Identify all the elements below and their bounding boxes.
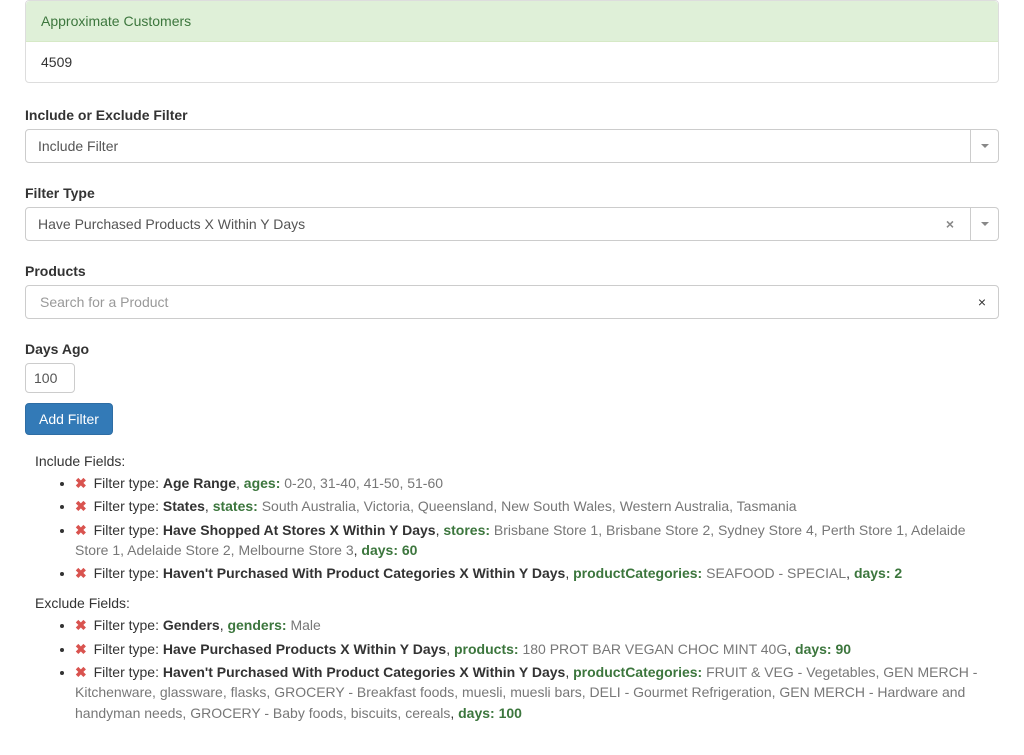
include-exclude-group: Include or Exclude Filter Include Filter xyxy=(25,107,999,163)
products-search-wrap[interactable]: × xyxy=(25,285,999,319)
filter-item: ✖ Filter type: Have Shopped At Stores X … xyxy=(75,520,999,561)
remove-filter-icon[interactable]: ✖ xyxy=(75,617,87,633)
remove-filter-icon[interactable]: ✖ xyxy=(75,664,87,680)
filter-key: productCategories: xyxy=(573,565,702,581)
products-search-input[interactable] xyxy=(38,293,978,311)
filter-type-prefix: Filter type: xyxy=(94,664,163,680)
filter-type-dropdown-toggle[interactable] xyxy=(971,207,999,241)
filter-item: ✖ Filter type: Haven't Purchased With Pr… xyxy=(75,662,999,723)
filter-key: ages: xyxy=(244,475,281,491)
filter-type-label: Filter Type xyxy=(25,185,999,201)
filter-type-prefix: Filter type: xyxy=(94,617,163,633)
add-filter-button[interactable]: Add Filter xyxy=(25,403,113,435)
filter-type-selected: Have Purchased Products X Within Y Days xyxy=(38,216,305,232)
filter-value: 90 xyxy=(835,641,851,657)
approximate-customers-heading: Approximate Customers xyxy=(26,1,998,42)
filter-type-prefix: Filter type: xyxy=(94,565,163,581)
days-ago-label: Days Ago xyxy=(25,341,999,357)
include-exclude-selected: Include Filter xyxy=(38,138,118,154)
filter-value: SEAFOOD - SPECIAL xyxy=(706,565,846,581)
filter-key: days: xyxy=(361,542,398,558)
include-exclude-label: Include or Exclude Filter xyxy=(25,107,999,123)
filter-type-value: Age Range xyxy=(163,475,236,491)
filter-type-prefix: Filter type: xyxy=(94,475,163,491)
filter-key: genders: xyxy=(227,617,286,633)
filter-type-value: Haven't Purchased With Product Categorie… xyxy=(163,565,565,581)
products-label: Products xyxy=(25,263,999,279)
filter-item: ✖ Filter type: States, states: South Aus… xyxy=(75,496,999,516)
filter-key: states: xyxy=(213,498,258,514)
filter-type-value: Have Shopped At Stores X Within Y Days xyxy=(163,522,436,538)
include-filters-section: Include Fields: ✖ Filter type: Age Range… xyxy=(25,453,999,723)
approximate-customers-panel: Approximate Customers 4509 xyxy=(25,0,999,83)
filter-type-value: States xyxy=(163,498,205,514)
remove-filter-icon[interactable]: ✖ xyxy=(75,522,87,538)
include-exclude-dropdown-toggle[interactable] xyxy=(971,129,999,163)
days-ago-input[interactable] xyxy=(25,363,75,393)
filter-value: South Australia, Victoria, Queensland, N… xyxy=(262,498,797,514)
exclude-fields-label: Exclude Fields: xyxy=(35,595,999,611)
filter-value: 2 xyxy=(894,565,902,581)
filter-key: days: xyxy=(458,705,495,721)
chevron-down-icon xyxy=(981,222,989,226)
filter-key: productCategories: xyxy=(573,664,702,680)
filter-key: stores: xyxy=(443,522,490,538)
filter-key: products: xyxy=(454,641,519,657)
filter-type-prefix: Filter type: xyxy=(94,498,163,514)
include-exclude-select[interactable]: Include Filter xyxy=(25,129,971,163)
include-filter-list: ✖ Filter type: Age Range, ages: 0-20, 31… xyxy=(35,473,999,583)
products-clear-icon[interactable]: × xyxy=(978,294,986,310)
products-group: Products × xyxy=(25,263,999,319)
approximate-customers-value: 4509 xyxy=(26,42,998,82)
filter-type-value: Have Purchased Products X Within Y Days xyxy=(163,641,446,657)
chevron-down-icon xyxy=(981,144,989,148)
filter-type-select[interactable]: Have Purchased Products X Within Y Days … xyxy=(25,207,971,241)
filter-key: days: xyxy=(795,641,832,657)
filter-value: 0-20, 31-40, 41-50, 51-60 xyxy=(284,475,443,491)
days-ago-group: Days Ago xyxy=(25,341,999,393)
remove-filter-icon[interactable]: ✖ xyxy=(75,475,87,491)
exclude-filter-list: ✖ Filter type: Genders, genders: Male✖ F… xyxy=(35,615,999,722)
filter-value: Male xyxy=(290,617,320,633)
filter-type-group: Filter Type Have Purchased Products X Wi… xyxy=(25,185,999,241)
filter-type-clear-icon[interactable]: × xyxy=(942,216,958,232)
filter-item: ✖ Filter type: Haven't Purchased With Pr… xyxy=(75,563,999,583)
filter-item: ✖ Filter type: Genders, genders: Male xyxy=(75,615,999,635)
filter-value: 60 xyxy=(402,542,418,558)
filter-type-prefix: Filter type: xyxy=(94,522,163,538)
filter-item: ✖ Filter type: Age Range, ages: 0-20, 31… xyxy=(75,473,999,493)
filter-item: ✖ Filter type: Have Purchased Products X… xyxy=(75,639,999,659)
filter-type-prefix: Filter type: xyxy=(94,641,163,657)
filter-type-value: Genders xyxy=(163,617,220,633)
include-fields-label: Include Fields: xyxy=(35,453,999,469)
filter-type-value: Haven't Purchased With Product Categorie… xyxy=(163,664,565,680)
remove-filter-icon[interactable]: ✖ xyxy=(75,565,87,581)
remove-filter-icon[interactable]: ✖ xyxy=(75,498,87,514)
remove-filter-icon[interactable]: ✖ xyxy=(75,641,87,657)
filter-key: days: xyxy=(854,565,891,581)
filter-value: 100 xyxy=(499,705,522,721)
filter-value: 180 PROT BAR VEGAN CHOC MINT 40G xyxy=(522,641,787,657)
